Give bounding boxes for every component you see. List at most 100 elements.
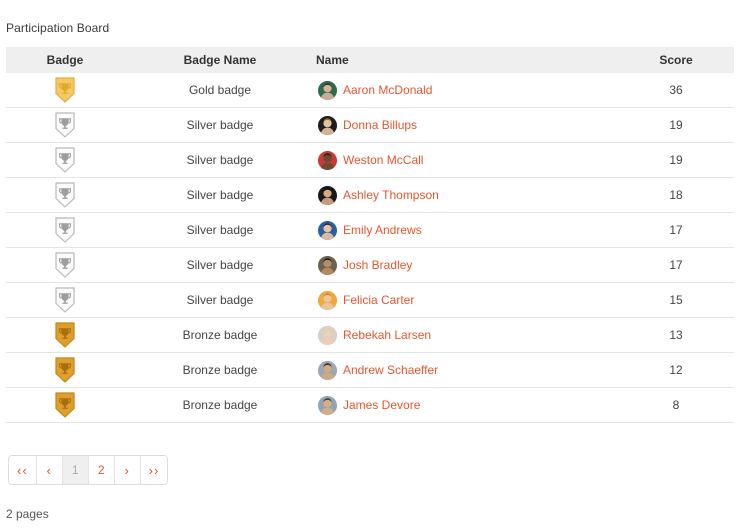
cell-badge [6,352,124,388]
cell-badge-name: Gold badge [124,73,316,108]
shield-trophy-icon [54,287,76,313]
cell-name: Andrew Schaeffer [316,352,618,388]
cell-name: Rebekah Larsen [316,317,618,353]
pagination-controls: ‹‹ ‹ 1 2 › ›› [8,455,169,485]
pagination-page-2-button-label: 2 [97,463,105,477]
table-row: Bronze badge Rebekah Larsen 13 [6,317,734,353]
pagination-first-button[interactable]: ‹‹ [9,456,37,484]
cell-score: 19 [618,142,734,178]
cell-badge-name: Silver badge [124,107,316,143]
cell-name: Ashley Thompson [316,177,618,213]
pagination-page-1-button: 1 [62,456,89,484]
cell-badge-name: Silver badge [124,247,316,283]
name-cell-content: Donna Billups [316,115,618,135]
user-name-link[interactable]: Donna Billups [343,118,417,132]
cell-badge [6,177,124,213]
pagination-next-button[interactable]: › [114,456,141,484]
table-row: Silver badge Weston McCall 19 [6,142,734,178]
user-name-link[interactable]: Aaron McDonald [343,83,432,97]
cell-badge-name: Silver badge [124,177,316,213]
cell-badge [6,142,124,178]
user-name-link[interactable]: Andrew Schaeffer [343,363,438,377]
shield-trophy-icon [54,77,76,103]
table-row: Silver badge Emily Andrews 17 [6,212,734,248]
avatar [318,255,337,275]
avatar [318,360,337,380]
cell-badge-name: Silver badge [124,282,316,318]
avatar [318,185,337,205]
cell-score: 19 [618,107,734,143]
name-cell-content: Ashley Thompson [316,185,618,205]
cell-score: 17 [618,247,734,283]
avatar [318,395,337,415]
pagination: ‹‹ ‹ 1 2 › ›› [8,455,740,485]
shield-trophy-icon [54,252,76,278]
cell-badge [6,282,124,318]
name-cell-content: Josh Bradley [316,255,618,275]
name-cell-content: James Devore [316,395,618,415]
table-row: Silver badge Felicia Carter 15 [6,282,734,318]
user-name-link[interactable]: Felicia Carter [343,293,414,307]
column-header-badge-name: Badge Name [124,47,316,73]
shield-trophy-icon [54,147,76,173]
user-name-link[interactable]: James Devore [343,398,420,412]
cell-score: 13 [618,317,734,353]
user-name-link[interactable]: Josh Bradley [343,258,412,272]
user-name-link[interactable]: Emily Andrews [343,223,422,237]
name-cell-content: Weston McCall [316,150,618,170]
table-row: Silver badge Josh Bradley 17 [6,247,734,283]
participation-board-page: Participation Board Badge Badge Name Nam… [0,0,740,529]
cell-badge [6,387,124,423]
cell-badge [6,247,124,283]
table-row: Bronze badge James Devore 8 [6,387,734,423]
pagination-prev-button[interactable]: ‹ [36,456,63,484]
user-name-link[interactable]: Ashley Thompson [343,188,439,202]
pagination-first-button-label: ‹‹ [17,462,28,478]
shield-trophy-icon [54,182,76,208]
pagination-last-button[interactable]: ›› [140,456,168,484]
avatar [318,150,337,170]
avatar [318,290,337,310]
cell-score: 8 [618,387,734,423]
cell-badge-name: Silver badge [124,212,316,248]
avatar [318,115,337,135]
cell-name: Donna Billups [316,107,618,143]
name-cell-content: Andrew Schaeffer [316,360,618,380]
cell-badge-name: Bronze badge [124,387,316,423]
pagination-next-button-label: › [124,462,130,478]
column-header-name: Name [316,47,618,73]
column-header-score: Score [618,47,734,73]
table-body: Gold badge Aaron McDonald 36 Silver badge Do… [6,73,734,423]
cell-badge-name: Silver badge [124,142,316,178]
page-title: Participation Board [6,21,110,35]
cell-score: 12 [618,352,734,388]
participation-board-table: Badge Badge Name Name Score Gold badge Aa… [6,47,734,423]
table-row: Bronze badge Andrew Schaeffer 12 [6,352,734,388]
pagination-last-button-label: ›› [148,462,160,478]
cell-badge-name: Bronze badge [124,317,316,353]
user-name-link[interactable]: Rebekah Larsen [343,328,431,342]
cell-badge-name: Bronze badge [124,352,316,388]
shield-trophy-icon [54,112,76,138]
cell-name: Emily Andrews [316,212,618,248]
avatar [318,220,337,240]
shield-trophy-icon [54,322,76,348]
table-row: Silver badge Donna Billups 19 [6,107,734,143]
pagination-page-2-button[interactable]: 2 [88,456,115,484]
shield-trophy-icon [54,357,76,383]
table-row: Gold badge Aaron McDonald 36 [6,73,734,108]
name-cell-content: Felicia Carter [316,290,618,310]
table-header-row: Badge Badge Name Name Score [6,47,734,73]
user-name-link[interactable]: Weston McCall [343,153,423,167]
cell-name: Weston McCall [316,142,618,178]
shield-trophy-icon [54,217,76,243]
cell-badge [6,73,124,108]
cell-badge [6,212,124,248]
cell-score: 15 [618,282,734,318]
avatar [318,80,337,100]
column-header-badge: Badge [6,47,124,73]
cell-name: James Devore [316,387,618,423]
cell-score: 18 [618,177,734,213]
table-row: Silver badge Ashley Thompson 18 [6,177,734,213]
cell-badge [6,107,124,143]
